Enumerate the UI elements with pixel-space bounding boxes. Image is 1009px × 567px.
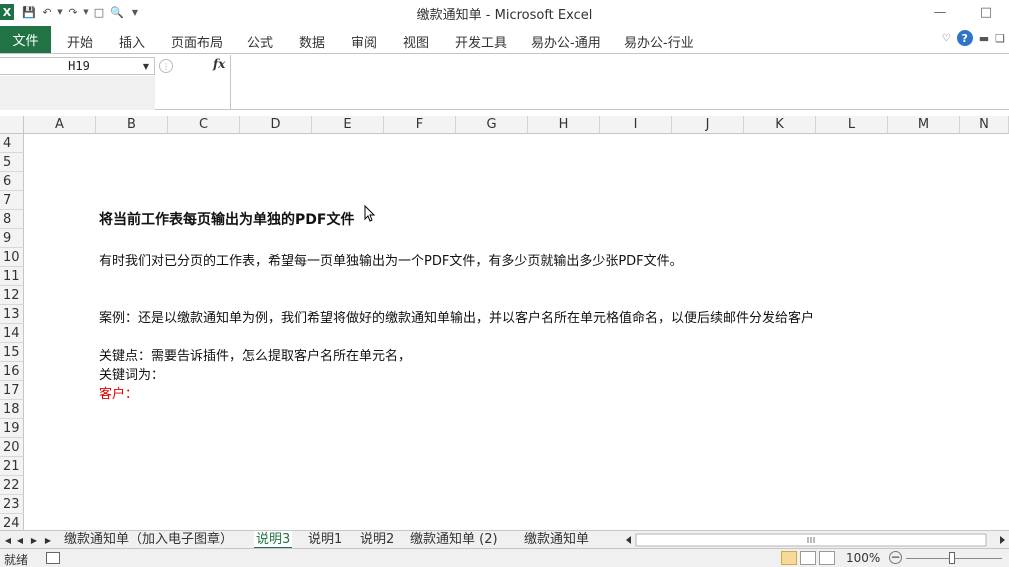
row-header[interactable]: 15 xyxy=(0,343,24,362)
window-controls: — □ xyxy=(917,0,1009,24)
tab-yibangong-general[interactable]: 易办公-通用 xyxy=(531,32,601,51)
row-header[interactable]: 23 xyxy=(0,495,24,514)
minimize-icon[interactable]: — xyxy=(917,0,963,24)
mouse-cursor-icon xyxy=(364,205,376,222)
row-header[interactable]: 16 xyxy=(0,362,24,381)
row-header[interactable]: 6 xyxy=(0,172,24,191)
tab-yibangong-industry[interactable]: 易办公-行业 xyxy=(624,32,694,51)
column-header-i[interactable]: I xyxy=(600,116,672,134)
column-header-j[interactable]: J xyxy=(672,116,744,134)
tab-view[interactable]: 视图 xyxy=(403,32,429,51)
tab-review[interactable]: 审阅 xyxy=(351,32,377,51)
tab-page-layout[interactable]: 页面布局 xyxy=(171,32,223,51)
cell-b9-text: 有时我们对已分页的工作表，希望每一页单独输出为一个PDF文件，有多少页就输出多少… xyxy=(99,254,683,269)
formula-bar-left-panel xyxy=(0,76,155,110)
cell-b16-text: 客户： xyxy=(99,387,139,402)
column-header-c[interactable]: C xyxy=(168,116,240,134)
column-header-d[interactable]: D xyxy=(240,116,312,134)
cell-area[interactable]: 将当前工作表每页输出为单独的PDF文件 有时我们对已分页的工作表，希望每一页单独… xyxy=(24,134,1009,530)
row-header[interactable]: 20 xyxy=(0,438,24,457)
normal-view-icon[interactable] xyxy=(781,551,797,565)
next-sheet-icon[interactable]: ▶ xyxy=(28,533,40,547)
row-header[interactable]: 21 xyxy=(0,457,24,476)
sheet-tab[interactable]: 说明1 xyxy=(306,531,344,549)
formula-controls: ⋮ fx xyxy=(155,55,231,110)
status-ready: 就绪 xyxy=(4,553,29,567)
column-header-e[interactable]: E xyxy=(312,116,384,134)
tab-insert[interactable]: 插入 xyxy=(119,32,145,51)
column-header-g[interactable]: G xyxy=(456,116,528,134)
column-header-l[interactable]: L xyxy=(816,116,888,134)
tab-home[interactable]: 开始 xyxy=(67,32,93,51)
insert-function-icon[interactable]: fx xyxy=(213,57,225,71)
status-bar: 就绪 100% − xyxy=(0,548,1009,567)
tab-data[interactable]: 数据 xyxy=(299,32,325,51)
tab-file[interactable]: 文件 xyxy=(0,26,51,53)
zoom-level[interactable]: 100% xyxy=(846,551,880,565)
column-header-b[interactable]: B xyxy=(96,116,168,134)
row-header[interactable]: 24 xyxy=(0,514,24,530)
row-header[interactable]: 9 xyxy=(0,229,24,248)
zoom-out-icon[interactable]: − xyxy=(889,551,902,564)
last-sheet-icon[interactable]: ▶ xyxy=(42,533,54,547)
window-restore-icon[interactable]: ❏ xyxy=(995,32,1005,45)
row-header[interactable]: 8 xyxy=(0,210,24,229)
name-box[interactable]: H19 ▼ xyxy=(0,57,155,75)
row-header[interactable]: 11 xyxy=(0,267,24,286)
cell-b12-text: 案例：还是以缴款通知单为例，我们希望将做好的缴款通知单输出，并以客户名所在单元格… xyxy=(99,311,815,326)
tab-formulas[interactable]: 公式 xyxy=(247,32,273,51)
zoom-slider-knob[interactable] xyxy=(949,552,955,564)
ribbon-tabs: 文件 开始 插入 页面布局 公式 数据 审阅 视图 开发工具 易办公-通用 易办… xyxy=(0,24,1009,54)
select-all-corner[interactable] xyxy=(0,116,24,134)
page-layout-view-icon[interactable] xyxy=(800,551,816,565)
ribbon-collapse-icon[interactable]: ♡ xyxy=(942,33,951,44)
view-buttons xyxy=(781,551,835,565)
cell-b7-heading: 将当前工作表每页输出为单独的PDF文件 xyxy=(99,212,355,228)
row-header[interactable]: 5 xyxy=(0,153,24,172)
column-header-m[interactable]: M xyxy=(888,116,960,134)
row-header[interactable]: 14 xyxy=(0,324,24,343)
column-header-k[interactable]: K xyxy=(744,116,816,134)
row-header[interactable]: 7 xyxy=(0,191,24,210)
sheet-tab-active[interactable]: 说明3 xyxy=(254,531,293,549)
row-header[interactable]: 12 xyxy=(0,286,24,305)
row-header[interactable]: 4 xyxy=(0,134,24,153)
first-sheet-icon[interactable]: ◀ xyxy=(2,533,14,547)
name-box-dropdown-icon[interactable]: ▼ xyxy=(138,62,154,71)
title-bar: X 💾 ↶ ▼ ↷ ▼ □ 🔍 ▼ 缴款通知单 - Microsoft Exce… xyxy=(0,0,1009,24)
prev-sheet-icon[interactable]: ◀ xyxy=(14,533,26,547)
horizontal-scrollbar-graphic xyxy=(626,533,1005,547)
page-break-view-icon[interactable] xyxy=(819,551,835,565)
help-icon[interactable]: ? xyxy=(956,30,973,46)
sheet-tabs-bar: ◀ ◀ ▶ ▶ 缴款通知单（加入电子图章） 说明3 说明1 说明2 缴款通知单 … xyxy=(0,530,1009,549)
sheet-tab[interactable]: 缴款通知单（加入电子图章） xyxy=(62,531,235,549)
formula-bar: H19 ▼ ⋮ fx xyxy=(0,55,1009,110)
column-header-h[interactable]: H xyxy=(528,116,600,134)
cell-b14-text: 关键点：需要告诉插件，怎么提取客户名所在单元名， xyxy=(99,349,412,364)
column-header-a[interactable]: A xyxy=(24,116,96,134)
expand-handle-icon[interactable]: ⋮ xyxy=(159,59,173,73)
window-title: 缴款通知单 - Microsoft Excel xyxy=(416,8,593,23)
maximize-icon[interactable]: □ xyxy=(963,0,1009,24)
sheet-tab[interactable]: 缴款通知单 (2) xyxy=(408,531,500,549)
name-box-value: H19 xyxy=(68,59,90,73)
row-header[interactable]: 19 xyxy=(0,419,24,438)
macro-record-icon[interactable] xyxy=(46,552,60,564)
column-header-f[interactable]: F xyxy=(384,116,456,134)
sheet-tab[interactable]: 缴款通知单 xyxy=(522,531,591,549)
row-header[interactable]: 18 xyxy=(0,400,24,419)
row-header[interactable]: 10 xyxy=(0,248,24,267)
horizontal-scrollbar[interactable] xyxy=(622,533,1009,547)
column-header-n[interactable]: N xyxy=(960,116,1009,134)
ribbon-right-controls: ♡ ? ▬ ❏ xyxy=(942,30,1005,46)
row-header[interactable]: 22 xyxy=(0,476,24,495)
cell-b15-text: 关键词为： xyxy=(99,368,165,383)
row-header[interactable]: 17 xyxy=(0,381,24,400)
row-header[interactable]: 13 xyxy=(0,305,24,324)
sheet-tab[interactable]: 说明2 xyxy=(358,531,396,549)
tab-developer[interactable]: 开发工具 xyxy=(455,32,507,51)
window-minimize-icon[interactable]: ▬ xyxy=(979,32,989,45)
worksheet-grid: A B C D E F G H I J K L M N 4 5 6 7 8 9 … xyxy=(0,116,1009,530)
